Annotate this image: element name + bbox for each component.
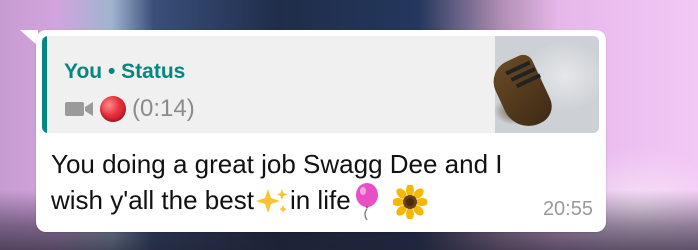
message-line-2-start: wish y'all the best (51, 185, 254, 215)
record-dot-icon (100, 96, 126, 122)
message-bubble[interactable]: You • Status (0:14) You doing a great jo… (36, 30, 606, 232)
quote-media-info: (0:14) (64, 94, 195, 124)
status-reply-quote[interactable]: You • Status (0:14) (42, 36, 599, 133)
quote-sender: You (64, 60, 103, 83)
quote-accent-bar (42, 36, 47, 133)
balloon-emoji (355, 183, 378, 221)
sparkles-emoji (255, 189, 288, 214)
video-camera-icon (65, 102, 93, 116)
quote-separator: • (107, 60, 116, 83)
message-text: You doing a great job Swagg Dee and I wi… (51, 146, 551, 221)
quote-duration: (0:14) (132, 95, 195, 122)
quote-label: Status (121, 60, 186, 83)
message-line-1: You doing a great job Swagg Dee and I (51, 149, 503, 179)
message-line-2-end: in life (289, 185, 351, 215)
sunflower-emoji (392, 185, 427, 220)
status-thumbnail[interactable] (486, 36, 599, 133)
message-timestamp: 20:55 (542, 198, 593, 220)
quote-title: You • Status (64, 60, 185, 84)
